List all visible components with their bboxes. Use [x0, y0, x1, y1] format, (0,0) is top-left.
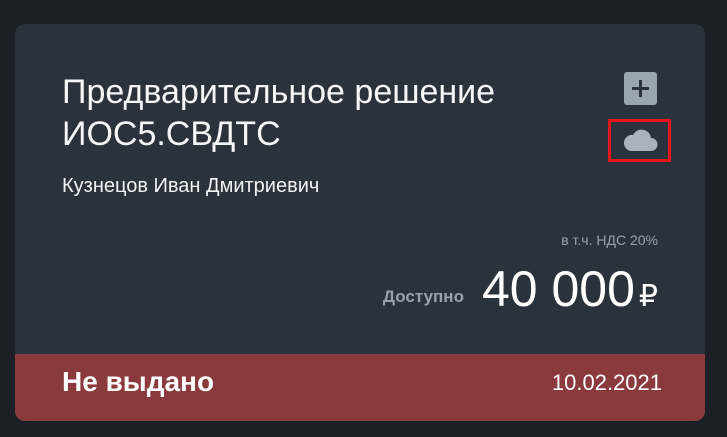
amount-row: Доступно 40 000 ₽ [383, 261, 658, 317]
status-label: Не выдано [62, 366, 215, 397]
decision-card[interactable]: Предварительное решение ИОС5.СВДТС Кузне… [15, 24, 705, 421]
person-name: Кузнецов Иван Дмитриевич [62, 175, 320, 197]
cloud-icon [623, 129, 657, 151]
amount-value: 40 000 [481, 261, 635, 317]
currency-symbol: ₽ [638, 280, 658, 313]
vat-note: в т.ч. НДС 20% [561, 232, 658, 248]
available-label: Доступно [382, 287, 464, 306]
plus-icon [632, 80, 649, 97]
cloud-sync-button[interactable] [608, 119, 671, 162]
amount-group: 40 000 ₽ [482, 261, 658, 317]
card-title: Предварительное решение ИОС5.СВДТС [62, 73, 496, 153]
status-bar: Не выдано 10.02.2021 [15, 354, 705, 421]
add-button[interactable] [624, 72, 657, 105]
status-date: 10.02.2021 [551, 370, 662, 395]
